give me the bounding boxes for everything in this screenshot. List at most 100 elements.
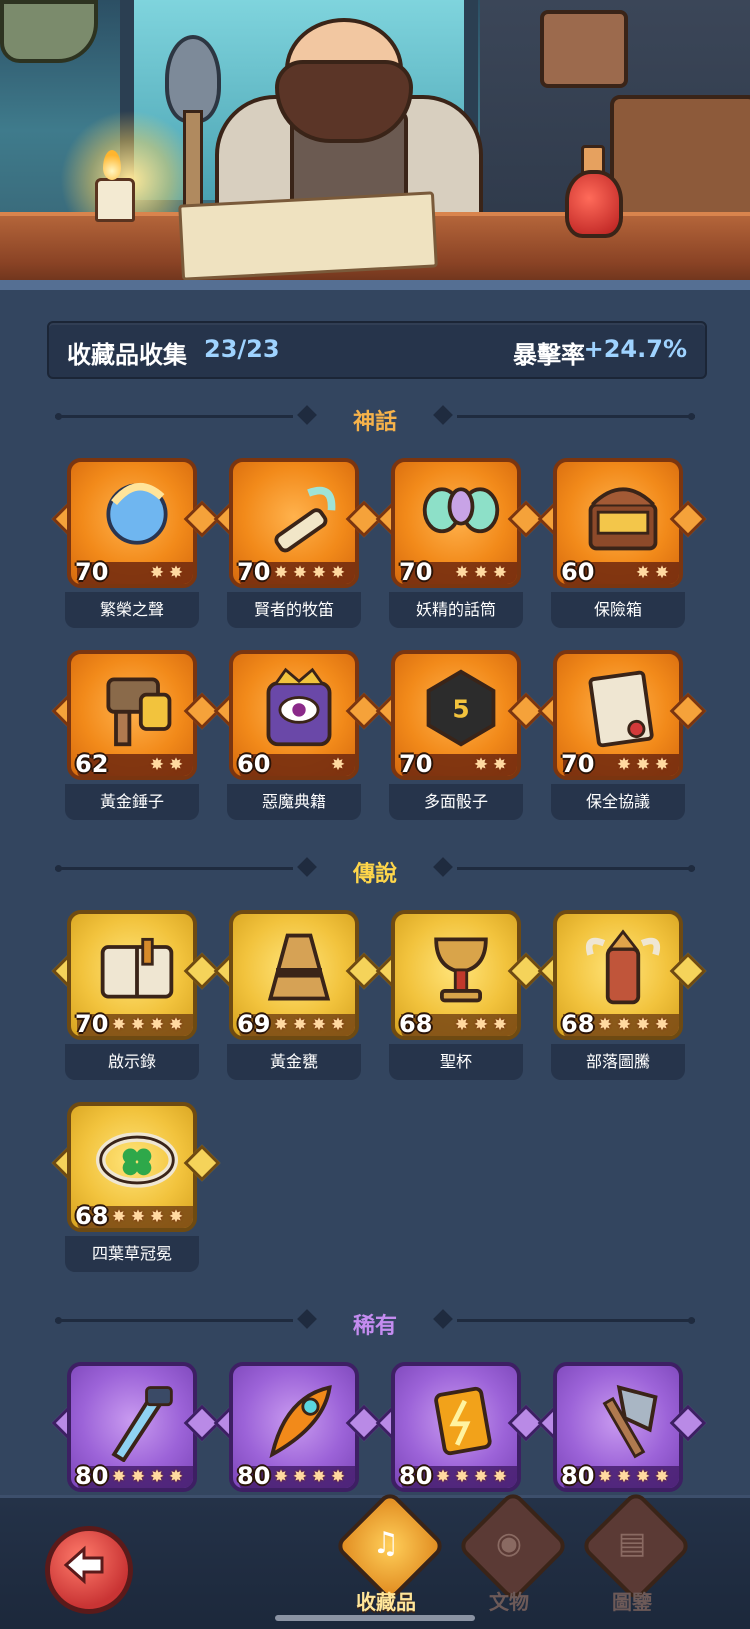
star-rating: ✸ ✸ ✸ ✸ xyxy=(272,1015,347,1036)
star-icon: ✸ xyxy=(330,1467,346,1487)
star-icon: ✸ xyxy=(311,1467,327,1487)
collectible-art-icon xyxy=(588,487,658,551)
star-icon: ✸ xyxy=(473,1015,489,1035)
collectible-card[interactable]: 70 ✸ ✸ ✸ 妖精的話筒 xyxy=(375,458,545,630)
star-rating: ✸ ✸ xyxy=(634,563,671,584)
star-icon: ✸ xyxy=(111,1207,127,1227)
collectible-name: 惡魔典籍 xyxy=(227,784,361,820)
tab-codex[interactable]: ▤ 圖鑒 xyxy=(579,1489,693,1616)
star-icon: ✸ xyxy=(330,563,346,583)
star-icon: ✸ xyxy=(311,563,327,583)
star-rating: ✸ ✸ ✸ ✸ xyxy=(110,1207,185,1228)
collectible-card[interactable]: 69 ✸ ✸ ✸ ✸ 黃金甕 xyxy=(213,910,383,1082)
collectible-level: 80 xyxy=(237,1462,271,1490)
star-rating: ✸ xyxy=(329,755,347,776)
star-icon: ✸ xyxy=(168,755,184,775)
collectible-card[interactable]: 5 70 ✸ ✸ 多面骰子 xyxy=(375,650,545,822)
star-rating: ✸ ✸ ✸ ✸ xyxy=(110,1467,185,1488)
candle xyxy=(95,178,135,222)
star-icon: ✸ xyxy=(616,755,632,775)
collectible-tile: 70 ✸ ✸ ✸ ✸ xyxy=(229,458,359,588)
star-icon: ✸ xyxy=(111,1015,127,1035)
star-rating: ✸ ✸ ✸ ✸ xyxy=(110,1015,185,1036)
collectible-tile: 68 ✸ ✸ ✸ ✸ xyxy=(67,1102,197,1232)
collectible-tile: 80 ✸ ✸ ✸ ✸ xyxy=(67,1362,197,1492)
collectible-card[interactable]: 68 ✸ ✸ ✸ ✸ 四葉草冠冕 xyxy=(51,1102,221,1274)
star-icon: ✸ xyxy=(473,1467,489,1487)
tab-collectibles[interactable]: ♫ 收藏品 xyxy=(333,1489,447,1616)
red-potion xyxy=(565,170,623,238)
star-icon: ✸ xyxy=(492,755,508,775)
tab-artifacts[interactable]: ◉ 文物 xyxy=(456,1489,570,1616)
totem-decoration xyxy=(540,10,628,88)
star-rating: ✸ ✸ ✸ ✸ xyxy=(272,563,347,584)
star-icon: ✸ xyxy=(635,755,651,775)
collectible-name: 部落圖騰 xyxy=(551,1044,685,1080)
collectible-tile: 60 ✸ xyxy=(229,650,359,780)
collectible-tile: 70 ✸ ✸ ✸ ✸ xyxy=(67,910,197,1040)
collectible-art-icon xyxy=(422,487,500,534)
collectible-tile: 70 ✸ ✸ ✸ xyxy=(553,650,683,780)
back-button[interactable] xyxy=(45,1526,133,1614)
collectible-name: 賢者的牧笛 xyxy=(227,592,361,628)
collectible-name: 啟示錄 xyxy=(65,1044,199,1080)
collectible-tile: 80 ✸ ✸ ✸ ✸ xyxy=(391,1362,521,1492)
star-icon: ✸ xyxy=(616,1467,632,1487)
collectible-art-icon xyxy=(266,667,332,747)
section-divider-rare: 稀有 xyxy=(55,1308,695,1339)
collectible-card[interactable]: 60 ✸ 惡魔典籍 xyxy=(213,650,383,822)
collectible-card[interactable]: 70 ✸ ✸ ✸ ✸ 賢者的牧笛 xyxy=(213,458,383,630)
collectible-level: 69 xyxy=(237,1010,271,1038)
star-icon: ✸ xyxy=(149,563,165,583)
collectible-name: 四葉草冠冕 xyxy=(65,1236,199,1272)
star-icon: ✸ xyxy=(473,563,489,583)
collectible-tile: 68 ✸ ✸ ✸ ✸ xyxy=(553,910,683,1040)
star-icon: ✸ xyxy=(168,1467,184,1487)
collectible-level: 70 xyxy=(561,750,595,778)
collectible-level: 70 xyxy=(237,558,271,586)
collectible-art-icon xyxy=(585,929,661,1005)
collectible-art-icon xyxy=(95,1132,179,1188)
collectible-card[interactable]: 70 ✸ ✸ ✸ 保全協議 xyxy=(537,650,707,822)
star-icon: ✸ xyxy=(168,1207,184,1227)
collectible-art-icon xyxy=(274,486,336,553)
crit-rate-value: +24.7% xyxy=(583,335,687,363)
home-indicator xyxy=(275,1615,475,1621)
shovel-handle xyxy=(183,110,203,216)
star-rating: ✸ ✸ ✸ xyxy=(615,755,671,776)
collectible-level: 70 xyxy=(75,1010,109,1038)
collectible-card[interactable]: 60 ✸ ✸ 保險箱 xyxy=(537,458,707,630)
candle-flame xyxy=(103,150,121,180)
shop-hero-banner xyxy=(0,0,750,290)
collectible-card[interactable]: 68 ✸ ✸ ✸ 聖杯 xyxy=(375,910,545,1082)
collectible-level: 70 xyxy=(75,558,109,586)
star-icon: ✸ xyxy=(273,1015,289,1035)
collectible-level: 80 xyxy=(399,1462,433,1490)
star-icon: ✸ xyxy=(435,1467,451,1487)
star-icon: ✸ xyxy=(492,1467,508,1487)
collectible-level: 70 xyxy=(399,750,433,778)
hero-divider xyxy=(0,280,750,290)
star-icon: ✸ xyxy=(454,1015,470,1035)
bottom-navigation: ♫ 收藏品 ◉ 文物 ▤ 圖鑒 xyxy=(0,1489,750,1629)
collectible-name: 黃金錘子 xyxy=(65,784,199,820)
star-icon: ✸ xyxy=(149,1207,165,1227)
collectible-art-icon: 5 xyxy=(426,669,496,747)
collectible-card[interactable]: 70 ✸ ✸ 繁榮之聲 xyxy=(51,458,221,630)
collectible-card[interactable]: 70 ✸ ✸ ✸ ✸ 啟示錄 xyxy=(51,910,221,1082)
collectible-level: 68 xyxy=(75,1202,109,1230)
star-icon: ✸ xyxy=(168,1015,184,1035)
collectible-card[interactable]: 68 ✸ ✸ ✸ ✸ 部落圖騰 xyxy=(537,910,707,1082)
star-icon: ✸ xyxy=(149,1015,165,1035)
collectible-name: 多面骰子 xyxy=(389,784,523,820)
collectible-level: 70 xyxy=(399,558,433,586)
star-rating: ✸ ✸ xyxy=(472,755,509,776)
star-icon: ✸ xyxy=(292,563,308,583)
collectible-card[interactable]: 62 ✸ ✸ 黃金錘子 xyxy=(51,650,221,822)
star-rating: ✸ ✸ ✸ xyxy=(453,1015,509,1036)
collectible-art-icon xyxy=(269,1385,332,1459)
star-icon: ✸ xyxy=(130,1207,146,1227)
section-divider-legendary: 傳說 xyxy=(55,856,695,887)
collectible-tile: 5 70 ✸ ✸ xyxy=(391,650,521,780)
star-icon: ✸ xyxy=(130,1467,146,1487)
